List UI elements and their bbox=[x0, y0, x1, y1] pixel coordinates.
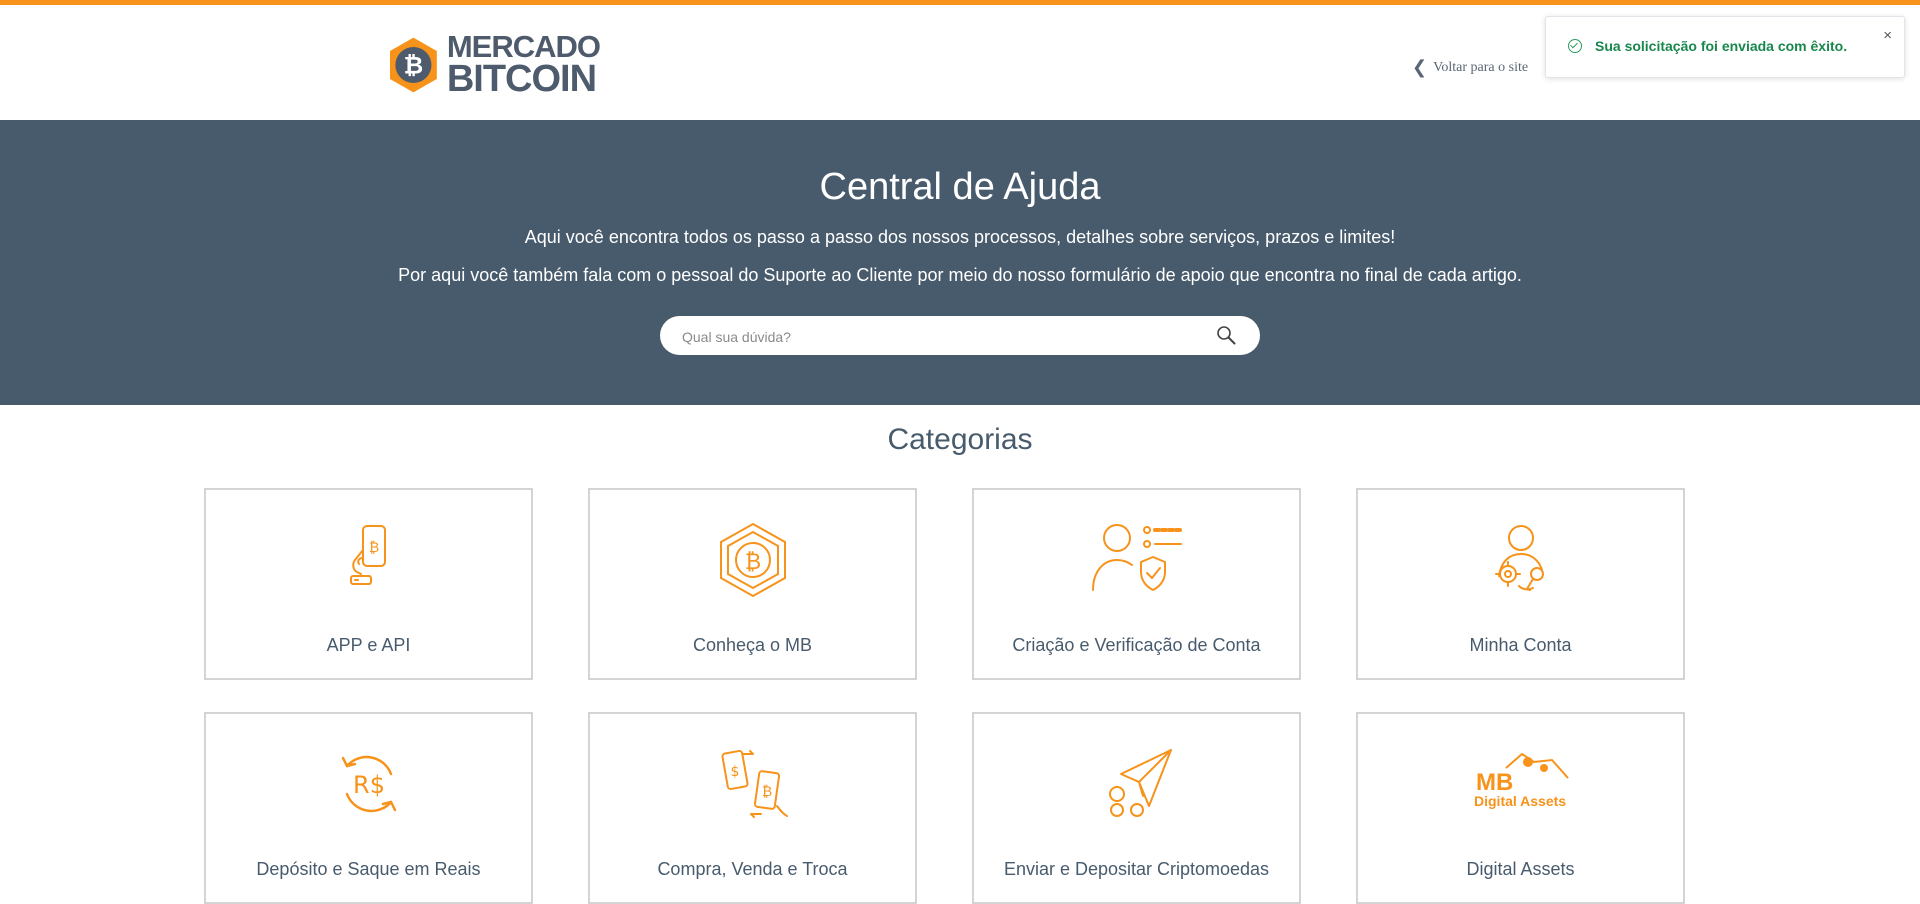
category-label: APP e API bbox=[326, 635, 411, 655]
toast-message: Sua solicitação foi enviada com êxito. bbox=[1595, 38, 1848, 54]
bitcoin-logo-icon: ₿ bbox=[390, 37, 437, 93]
category-label: Minha Conta bbox=[1469, 635, 1572, 655]
close-toast-button[interactable]: × bbox=[1883, 27, 1892, 44]
category-card-app-api[interactable]: ₿ APP e API bbox=[204, 488, 533, 680]
category-label: Compra, Venda e Troca bbox=[657, 859, 848, 879]
success-toast: Sua solicitação foi enviada com êxito. × bbox=[1545, 16, 1905, 78]
category-label: Enviar e Depositar Criptomoedas bbox=[1003, 859, 1270, 879]
category-card-deposito-saque[interactable]: R$ Depósito e Saque em Reais bbox=[204, 712, 533, 904]
user-gear-icon bbox=[1494, 525, 1544, 591]
paper-plane-icon bbox=[1108, 749, 1172, 817]
logo-wordmark: MERCADO BITCOIN bbox=[446, 32, 601, 100]
svg-text:Digital Assets: Digital Assets bbox=[1474, 793, 1566, 809]
svg-text:₿: ₿ bbox=[761, 784, 771, 800]
logo[interactable]: ₿ MERCADO BITCOIN bbox=[388, 22, 601, 108]
hero-subtitle-2: Por aqui você também fala com o pessoal … bbox=[398, 265, 1522, 285]
category-card-conheca-mb[interactable]: ₿ Conheça o MB bbox=[588, 488, 917, 680]
search-icon[interactable] bbox=[1216, 325, 1236, 345]
category-card-criacao-verificacao[interactable]: Criação e Verificação de Conta bbox=[972, 488, 1301, 680]
category-card-compra-venda-troca[interactable]: $ ₿ Compra, Venda e Troca bbox=[588, 712, 917, 904]
svg-text:$: $ bbox=[730, 764, 739, 780]
mb-digital-assets-logo: MB Digital Assets bbox=[1474, 752, 1569, 809]
search-box bbox=[660, 316, 1260, 355]
chevron-left-icon: ❮ bbox=[1412, 57, 1428, 78]
category-label: Depósito e Saque em Reais bbox=[256, 859, 481, 879]
hero-subtitle-1: Aqui você encontra todos os passo a pass… bbox=[524, 227, 1396, 247]
categories-title: Categorias bbox=[887, 423, 1033, 456]
phones-exchange-icon: $ ₿ bbox=[721, 750, 788, 818]
logo-line2: BITCOIN bbox=[446, 57, 597, 100]
category-label: Criação e Verificação de Conta bbox=[1012, 635, 1261, 655]
hexagon-bitcoin-icon: ₿ bbox=[719, 522, 786, 598]
category-card-digital-assets[interactable]: MB Digital Assets Digital Assets bbox=[1356, 712, 1685, 904]
category-label: Digital Assets bbox=[1466, 859, 1575, 879]
phone-bitcoin-icon: ₿ bbox=[349, 525, 386, 585]
user-shield-icon bbox=[1091, 524, 1183, 591]
svg-text:R$: R$ bbox=[353, 771, 385, 799]
svg-text:₿: ₿ bbox=[404, 52, 424, 80]
svg-text:MB: MB bbox=[1476, 769, 1513, 796]
svg-text:₿: ₿ bbox=[744, 550, 760, 575]
hero-banner: Central de Ajuda Aqui você encontra todo… bbox=[0, 120, 1920, 405]
back-to-site-label: Voltar para o site bbox=[1433, 59, 1529, 75]
category-card-minha-conta[interactable]: Minha Conta bbox=[1356, 488, 1685, 680]
currency-exchange-icon: R$ bbox=[341, 755, 396, 813]
category-label: Conheça o MB bbox=[692, 635, 813, 655]
page-title: Central de Ajuda bbox=[819, 166, 1101, 208]
back-to-site-link[interactable]: ❮ Voltar para o site bbox=[1412, 57, 1528, 78]
check-circle-icon bbox=[1568, 39, 1582, 53]
category-card-enviar-depositar[interactable]: Enviar e Depositar Criptomoedas bbox=[972, 712, 1301, 904]
svg-text:₿: ₿ bbox=[368, 540, 378, 556]
search-input[interactable] bbox=[680, 325, 1204, 349]
